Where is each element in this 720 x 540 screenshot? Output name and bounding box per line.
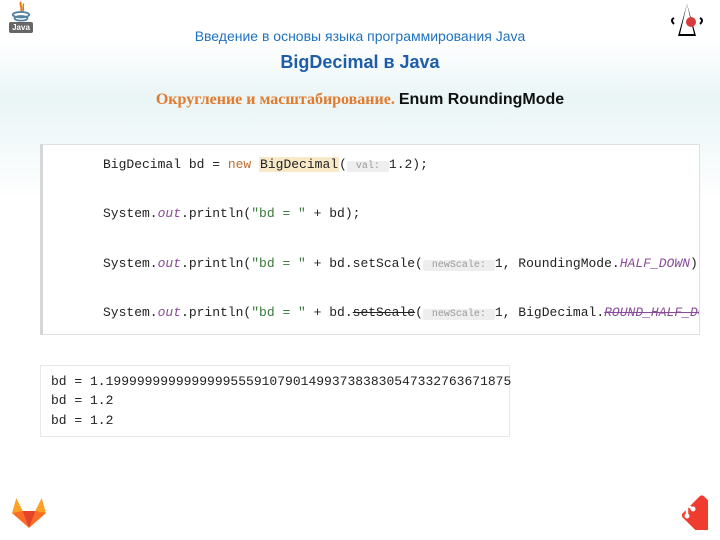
section-topic: Округление и масштабирование.	[156, 91, 399, 108]
duke-mascot-icon	[666, 0, 708, 42]
page-title: BigDecimal в Java	[0, 52, 720, 73]
section-heading: Округление и масштабирование. Enum Round…	[0, 91, 720, 109]
section-enum: Enum RoundingMode	[399, 91, 564, 108]
course-subtitle: Введение в основы языка программирования…	[0, 0, 720, 44]
git-icon	[666, 488, 708, 530]
console-output: bd = 1.199999999999999955591079014993738…	[40, 365, 510, 438]
code-snippet: BigDecimal bd = new BigDecimal( val: 1.2…	[40, 144, 700, 335]
java-logo-icon: Java	[5, 0, 37, 40]
gitlab-icon	[10, 492, 48, 530]
